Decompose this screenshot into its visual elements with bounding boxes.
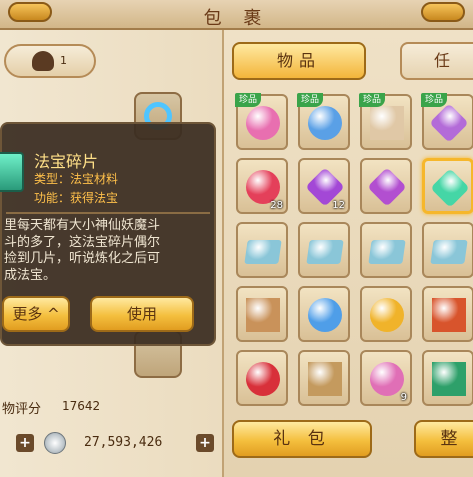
item-tooltip: 法宝碎片 类型：法宝材料 功能：获得法宝 里每天都有大小神仙妖魔斗 斗的多了，这… — [0, 122, 216, 346]
item-count: 28 — [270, 200, 283, 211]
inventory-slot[interactable]: 珍品 — [421, 93, 473, 150]
score-label: 物评分 — [2, 402, 42, 417]
inventory-slot[interactable] — [360, 286, 412, 342]
rare-badge: 珍品 — [235, 93, 261, 107]
crystal-ball-icon — [308, 298, 342, 332]
inventory-slot[interactable] — [360, 158, 412, 214]
add-currency-button-2[interactable]: + — [196, 434, 214, 452]
tooltip-description-line: 斗的多了，这法宝碎片偶尔 — [4, 234, 161, 250]
more-button[interactable]: 更多 ^ — [2, 296, 70, 332]
blue-necklace-icon — [308, 106, 342, 140]
sort-button[interactable]: 整 — [414, 420, 473, 458]
flower-wreath-icon — [246, 106, 280, 140]
peacock-feather-icon — [432, 362, 466, 396]
inventory-slot[interactable] — [422, 286, 473, 342]
inventory-slot[interactable] — [236, 286, 288, 342]
inventory-slot[interactable]: 12 — [298, 158, 350, 214]
tooltip-description-line: 捡到几片，听说炼化之后可 — [4, 251, 161, 266]
tooltip-description: 里每天都有大小神仙妖魔斗 斗的多了，这法宝碎片偶尔 捡到几片，听说炼化之后可 成… — [4, 218, 208, 284]
rare-badge: 珍品 — [297, 93, 323, 107]
character-head-icon — [32, 51, 54, 71]
tooltip-item-name: 法宝碎片 — [34, 152, 99, 171]
tooltip-item-type: 类型：法宝材料 — [34, 172, 119, 186]
inventory-grid: 珍品 珍品 珍品 珍品 28 12 9 — [235, 93, 473, 414]
tooltip-description-line: 里每天都有大小神仙妖魔斗 — [4, 218, 161, 233]
red-treasure-box-icon — [432, 298, 466, 332]
inventory-slot[interactable] — [422, 158, 473, 214]
inventory-slot[interactable]: 珍品 — [235, 93, 288, 150]
tooltip-item-function: 功能：获得法宝 — [34, 191, 119, 205]
inventory-slot[interactable] — [422, 222, 473, 278]
inventory-slot[interactable] — [422, 350, 473, 406]
character-level: 1 — [60, 54, 67, 67]
blue-ticket-icon — [368, 240, 406, 264]
score-value: 17642 — [62, 399, 101, 413]
item-count: 9 — [400, 392, 407, 403]
red-orb-icon — [246, 170, 280, 204]
red-rose-icon — [246, 362, 280, 396]
header-bar: 包 裹 — [0, 0, 473, 30]
tab-tasks[interactable]: 任 — [400, 42, 473, 80]
add-currency-button-1[interactable]: + — [16, 434, 34, 452]
rare-badge: 珍品 — [421, 93, 447, 107]
shell-charm-icon — [370, 106, 404, 140]
inventory-slot[interactable]: 珍品 — [297, 93, 350, 150]
tab-items[interactable]: 物品 — [232, 42, 366, 80]
use-button[interactable]: 使用 — [90, 296, 194, 332]
inventory-slot[interactable] — [236, 222, 288, 278]
blue-ticket-icon — [244, 240, 282, 264]
inventory-slot[interactable] — [360, 222, 412, 278]
tooltip-divider — [6, 212, 210, 214]
inventory-panel: 物品 任 珍品 珍品 珍品 珍品 28 12 9 礼 包 整 — [222, 30, 473, 477]
inventory-slot[interactable] — [298, 350, 350, 406]
purple-lotus-icon — [429, 103, 469, 143]
inventory-slot[interactable] — [298, 222, 350, 278]
item-count: 12 — [332, 200, 345, 211]
tooltip-description-line: 成法宝。 — [4, 267, 57, 283]
currency-amount: 27,593,426 — [84, 435, 163, 450]
character-tab[interactable]: 1 — [4, 44, 96, 78]
blue-ticket-icon — [430, 240, 468, 264]
inventory-slot[interactable] — [298, 286, 350, 342]
rare-badge: 珍品 — [359, 93, 385, 107]
score-row: 物评分 17642 — [0, 394, 222, 420]
scroll-icon — [246, 298, 280, 332]
blue-ticket-icon — [306, 240, 344, 264]
scissors-paper-icon — [308, 362, 342, 396]
inventory-slot[interactable]: 9 — [360, 350, 412, 406]
gold-coins-icon — [370, 298, 404, 332]
silver-coin-icon — [44, 432, 66, 454]
right-ornament-icon — [421, 2, 465, 22]
inventory-slot[interactable]: 珍品 — [359, 93, 412, 150]
purple-crystal-icon — [367, 167, 407, 207]
treasure-fragment-icon — [430, 168, 470, 208]
inventory-slot[interactable]: 28 — [236, 158, 288, 214]
currency-row: + 27,593,426 + — [0, 430, 222, 458]
page-title: 包 裹 — [203, 8, 270, 29]
treasure-fragment-icon — [0, 152, 24, 192]
inventory-slot[interactable] — [236, 350, 288, 406]
pink-hat-icon — [370, 362, 404, 396]
gift-pack-button[interactable]: 礼 包 — [232, 420, 372, 458]
